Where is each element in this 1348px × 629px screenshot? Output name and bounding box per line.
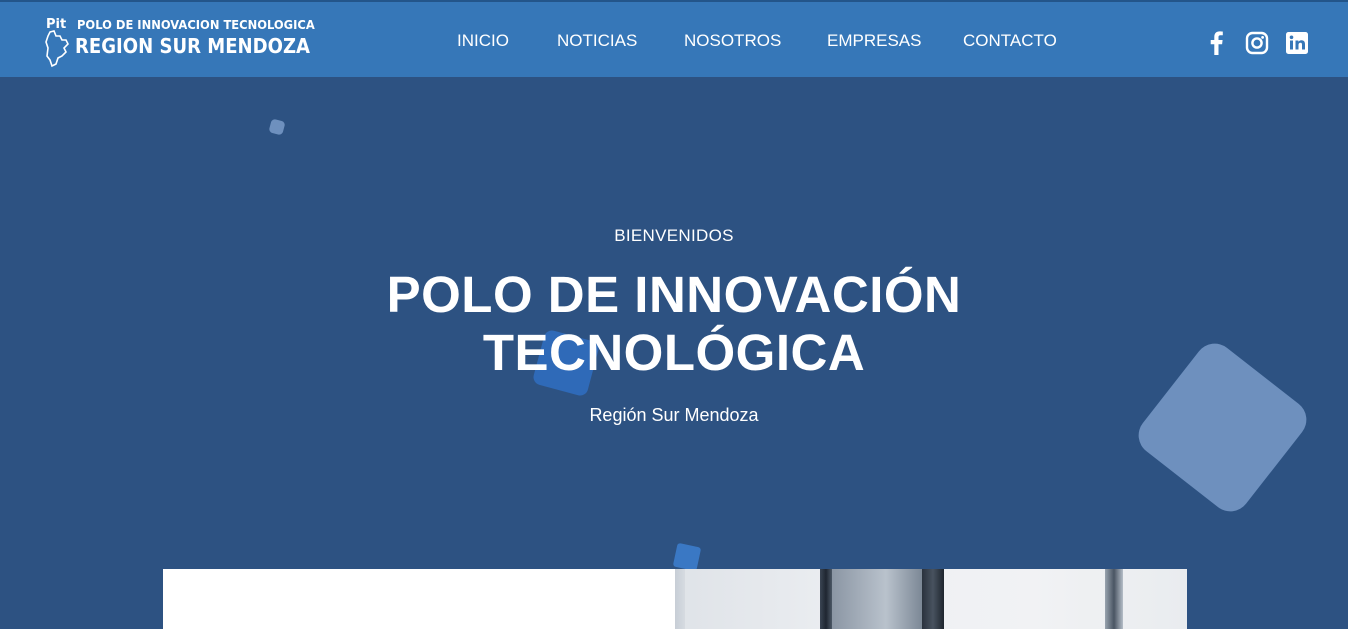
content-card-left	[163, 569, 675, 629]
hero-title-line2: TECNOLÓGICA	[482, 324, 866, 381]
site-header: Pit POLO DE INNOVACION TECNOLOGICA REGIO…	[0, 0, 1348, 77]
nav-item-noticias[interactable]: NOTICIAS	[557, 31, 637, 51]
hero-title-line1: POLO DE INNOVACIÓN	[386, 266, 962, 323]
mendoza-map-logo-icon: Pit	[45, 17, 69, 68]
logo-line2: REGION SUR MENDOZA	[75, 34, 310, 58]
decorative-dot-shape	[269, 119, 285, 135]
hero-eyebrow: BIENVENIDOS	[614, 226, 734, 245]
nav-item-inicio[interactable]: INICIO	[457, 31, 509, 51]
image-glass-pane	[820, 569, 832, 629]
nav-item-empresas[interactable]: EMPRESAS	[827, 31, 921, 51]
content-card-image	[675, 569, 1187, 629]
instagram-icon[interactable]	[1245, 31, 1269, 55]
image-glass-frame	[922, 569, 944, 629]
hero-title: POLO DE INNOVACIÓN TECNOLÓGICA	[0, 266, 1348, 382]
image-glass-reflection	[832, 569, 922, 629]
hero-subtitle: Región Sur Mendoza	[589, 405, 759, 425]
image-glass-edge	[675, 569, 685, 629]
nav-item-nosotros[interactable]: NOSOTROS	[684, 31, 781, 51]
image-glass-frame-right	[1105, 569, 1123, 629]
facebook-icon[interactable]	[1205, 31, 1229, 55]
linkedin-icon[interactable]	[1285, 31, 1309, 55]
svg-text:Pit: Pit	[46, 17, 66, 32]
nav-item-contacto[interactable]: CONTACTO	[963, 31, 1057, 51]
site-logo[interactable]: Pit POLO DE INNOVACION TECNOLOGICA REGIO…	[44, 14, 315, 70]
logo-line1: POLO DE INNOVACION TECNOLOGICA	[77, 17, 315, 32]
